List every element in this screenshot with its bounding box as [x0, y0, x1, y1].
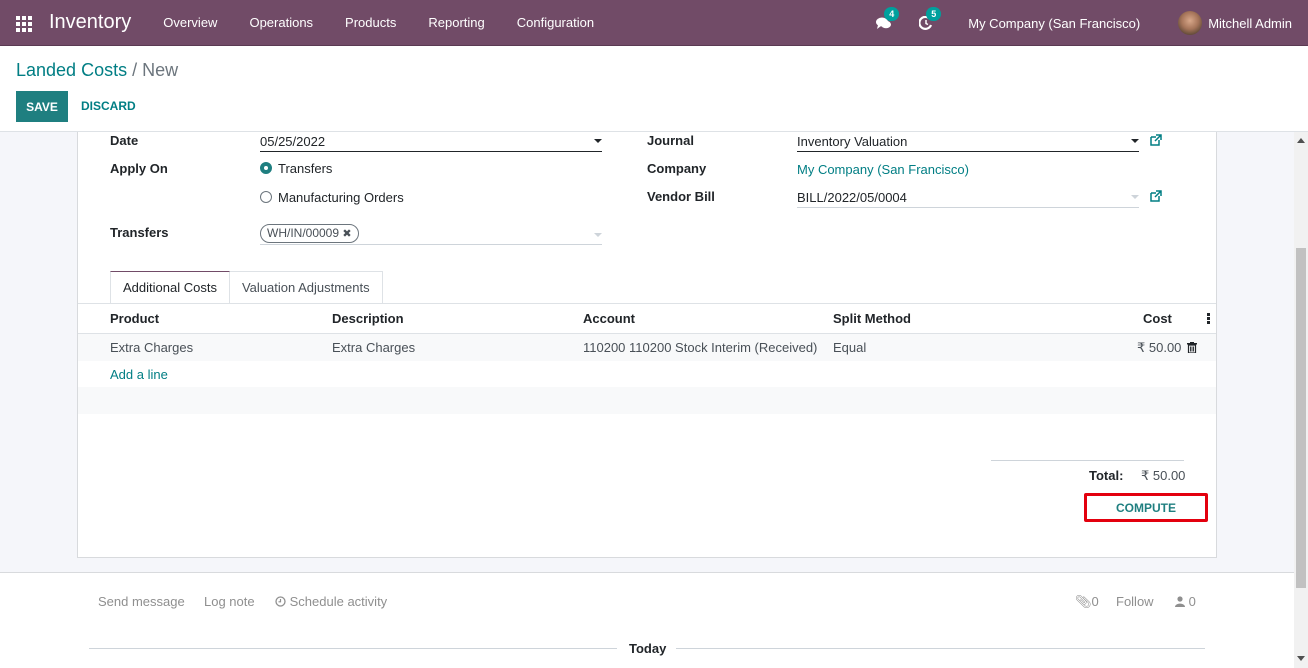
radio-transfers-label[interactable]: Transfers [278, 161, 332, 176]
breadcrumb-current: New [142, 60, 179, 80]
schedule-activity-label: Schedule activity [289, 594, 388, 609]
transfers-label: Transfers [110, 225, 169, 240]
apps-grid-icon[interactable] [16, 15, 32, 32]
radio-manufacturing-orders[interactable] [260, 191, 272, 203]
schedule-activity-button[interactable]: Schedule activity [275, 594, 387, 609]
paperclip-icon: 📎︎ [1075, 594, 1092, 609]
compute-button[interactable]: COMPUTE [1084, 493, 1208, 522]
attachments-button[interactable]: 📎︎0 [1075, 594, 1099, 610]
transfers-dropdown-caret-icon[interactable] [594, 233, 602, 237]
cost-lines-header: Product Description Account Split Method… [78, 304, 1216, 334]
date-field[interactable]: 05/25/2022 [260, 134, 325, 149]
date-label: Date [110, 133, 139, 148]
activities-count-badge: 5 [926, 7, 942, 21]
messages-count-badge: 4 [884, 7, 900, 21]
trash-icon[interactable] [1187, 342, 1197, 353]
log-note-button[interactable]: Log note [204, 594, 255, 609]
attachments-count: 0 [1091, 594, 1099, 609]
notebook-tabs: Additional Costs Valuation Adjustments [110, 271, 383, 304]
tab-additional-costs[interactable]: Additional Costs [110, 271, 230, 304]
breadcrumb-separator: / [127, 60, 143, 80]
menu-configuration[interactable]: Configuration [501, 0, 610, 46]
today-divider-right [676, 648, 1205, 649]
table-row[interactable]: Extra Charges Extra Charges 110200 11020… [78, 334, 1216, 361]
form-sheet: Date 05/25/2022 Apply On Transfers Manuf… [77, 132, 1217, 558]
optional-columns-icon[interactable] [1207, 313, 1210, 325]
journal-field[interactable]: Inventory Valuation [797, 134, 907, 149]
vertical-scrollbar[interactable] [1294, 132, 1308, 668]
add-a-line-link[interactable]: Add a line [110, 367, 168, 382]
date-field-underline [260, 151, 602, 152]
vendor-bill-label: Vendor Bill [647, 189, 715, 204]
tab-valuation-adjustments[interactable]: Valuation Adjustments [229, 271, 383, 304]
scrollbar-thumb[interactable] [1296, 248, 1306, 588]
user-avatar[interactable] [1178, 11, 1203, 35]
scroll-down-arrow-icon[interactable] [1297, 656, 1305, 661]
transfers-field[interactable] [260, 244, 602, 245]
cell-split-method[interactable]: Equal [833, 340, 866, 355]
apply-on-label: Apply On [110, 161, 168, 176]
company-field[interactable]: My Company (San Francisco) [797, 162, 969, 177]
cell-product[interactable]: Extra Charges [110, 340, 193, 355]
cell-description[interactable]: Extra Charges [332, 340, 415, 355]
journal-dropdown-caret-icon[interactable] [1131, 139, 1139, 143]
discard-button[interactable]: DISCARD [81, 91, 136, 122]
date-dropdown-caret-icon[interactable] [594, 139, 602, 143]
main-menu: Overview Operations Products Reporting C… [147, 0, 610, 46]
external-link-icon[interactable] [1150, 134, 1162, 146]
column-description[interactable]: Description [332, 311, 404, 326]
today-separator: Today [629, 641, 667, 656]
journal-label: Journal [647, 133, 694, 148]
breadcrumb: Landed Costs / New [16, 60, 178, 81]
chatter: Send message Log note Schedule activity … [0, 572, 1294, 668]
breadcrumb-landed-costs[interactable]: Landed Costs [16, 60, 127, 80]
column-product[interactable]: Product [110, 311, 159, 326]
activities-button[interactable]: 5 [914, 7, 942, 33]
followers-count: 0 [1188, 594, 1196, 609]
menu-reporting[interactable]: Reporting [412, 0, 500, 46]
user-menu[interactable]: Mitchell Admin [1208, 16, 1292, 31]
radio-manufacturing-orders-label[interactable]: Manufacturing Orders [278, 190, 404, 205]
top-navbar: Inventory Overview Operations Products R… [0, 0, 1308, 46]
total-value: ₹ 50.00 [1141, 468, 1186, 483]
radio-transfers[interactable] [260, 162, 272, 174]
clock-icon [275, 596, 286, 607]
save-button[interactable]: SAVE [16, 91, 68, 122]
tag-remove-icon[interactable]: ✖ [342, 228, 351, 240]
messages-button[interactable]: 4 [872, 7, 900, 33]
empty-row [78, 387, 1216, 414]
vendor-bill-dropdown-caret-icon[interactable] [1131, 195, 1139, 199]
total-label: Total: [1089, 468, 1124, 483]
control-panel: Landed Costs / New SAVE DISCARD [0, 46, 1308, 132]
followers-button[interactable]: 0 [1175, 594, 1196, 609]
cell-cost[interactable]: ₹ 50.00 [1137, 340, 1181, 356]
company-switcher[interactable]: My Company (San Francisco) [968, 16, 1140, 31]
send-message-button[interactable]: Send message [98, 594, 185, 609]
navbar-systray: 4 5 My Company (San Francisco) Mitchell … [872, 0, 1292, 46]
total-divider [991, 460, 1184, 461]
column-cost[interactable]: Cost [1143, 311, 1172, 326]
follow-button[interactable]: Follow [1116, 594, 1154, 609]
transfer-tag-label: WH/IN/00009 [267, 226, 340, 240]
user-icon [1175, 596, 1185, 607]
transfer-tag: WH/IN/00009 ✖ [260, 224, 359, 243]
scroll-up-arrow-icon[interactable] [1297, 138, 1305, 143]
vendor-bill-field[interactable]: BILL/2022/05/0004 [797, 190, 907, 205]
company-label: Company [647, 161, 707, 176]
menu-products[interactable]: Products [329, 0, 412, 46]
journal-field-underline [797, 151, 1139, 152]
cell-account[interactable]: 110200 110200 Stock Interim (Received) [583, 340, 817, 355]
app-name[interactable]: Inventory [49, 11, 131, 34]
menu-operations[interactable]: Operations [233, 0, 329, 46]
vendor-bill-field-underline [797, 207, 1139, 208]
menu-overview[interactable]: Overview [147, 0, 233, 46]
column-account[interactable]: Account [583, 311, 635, 326]
form-view: Date 05/25/2022 Apply On Transfers Manuf… [0, 132, 1294, 572]
today-divider-left [89, 648, 617, 649]
column-split-method[interactable]: Split Method [833, 311, 911, 326]
external-link-icon[interactable] [1150, 190, 1162, 202]
